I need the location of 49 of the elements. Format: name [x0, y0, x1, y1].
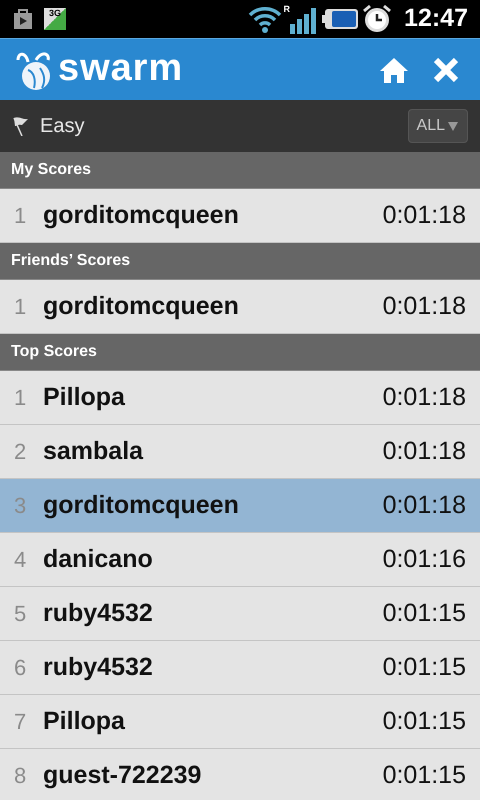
score-time: 0:01:18	[382, 200, 466, 231]
player-name: ruby4532	[43, 652, 154, 683]
player-name: Pillopa	[43, 382, 126, 413]
player-name: sambala	[43, 436, 144, 467]
clock-time: 12:47	[404, 3, 468, 34]
rank-number: 2	[14, 438, 28, 466]
score-time: 0:01:15	[382, 706, 466, 737]
close-icon	[433, 56, 459, 82]
roaming-indicator: R	[284, 3, 290, 16]
rank-number: 4	[14, 546, 28, 574]
score-time: 0:01:18	[382, 490, 466, 521]
player-name: guest-722239	[43, 760, 202, 791]
player-name: Pillopa	[43, 706, 126, 737]
caret-icon	[447, 120, 459, 132]
rank-number: 5	[14, 600, 28, 628]
rank-number: 1	[14, 384, 28, 412]
alarm-clock-icon	[362, 4, 392, 34]
rank-number: 3	[14, 492, 28, 520]
store-icon	[12, 7, 34, 31]
score-time: 0:01:15	[382, 760, 466, 791]
score-time: 0:01:15	[382, 652, 466, 683]
player-name: ruby4532	[43, 598, 154, 629]
signal-icon	[290, 8, 318, 34]
score-time: 0:01:18	[382, 436, 466, 467]
player-name: gorditomcqueen	[43, 490, 240, 521]
section-header: My Scores	[11, 160, 92, 180]
wifi-icon	[248, 5, 282, 33]
rank-number: 1	[14, 202, 28, 230]
rank-number: 7	[14, 708, 28, 736]
player-name: gorditomcqueen	[43, 200, 240, 231]
player-name: gorditomcqueen	[43, 290, 240, 322]
rank-number: 6	[14, 654, 28, 682]
rank-number: 8	[14, 762, 28, 790]
score-time: 0:01:18	[382, 382, 466, 413]
score-time: 0:01:15	[382, 598, 466, 629]
player-name: danicano	[43, 544, 154, 575]
scope-dropdown[interactable]: ALL	[408, 109, 468, 143]
score-time: 0:01:18	[382, 290, 466, 322]
flag-icon	[12, 116, 30, 136]
app-name: swarm	[58, 48, 184, 86]
home-icon	[379, 56, 409, 84]
rank-number: 1	[14, 293, 28, 321]
score-time: 0:01:16	[382, 544, 466, 575]
section-header: Friends’ Scores	[11, 251, 130, 271]
difficulty-label: Easy	[40, 114, 84, 139]
network-badge-icon: 3G	[44, 8, 66, 30]
section-header: Top Scores	[11, 342, 97, 362]
score-row[interactable]: 3 gorditomcqueen 0:01:18	[0, 479, 480, 533]
battery-icon	[322, 8, 358, 30]
